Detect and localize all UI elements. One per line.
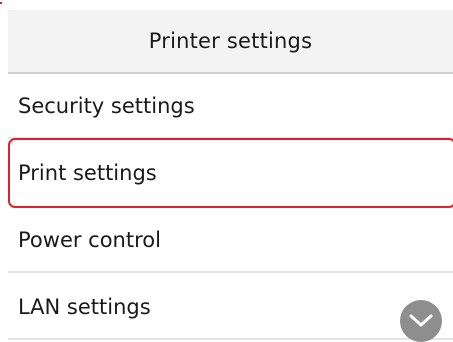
corner-mark [0, 2, 2, 4]
menu-item-label: Security settings [18, 93, 195, 118]
menu-item-label: Print settings [18, 161, 157, 185]
printer-settings-screen: Printer settings Security settings Print… [8, 10, 453, 342]
page-title: Printer settings [8, 10, 453, 74]
menu-item-lan-settings[interactable]: LAN settings [8, 275, 453, 340]
menu-item-print-settings[interactable]: Print settings [8, 138, 453, 208]
menu-item-power-control[interactable]: Power control [8, 208, 453, 273]
menu-item-label: Power control [18, 227, 161, 252]
scroll-down-button[interactable] [400, 300, 442, 342]
chevron-down-icon [409, 314, 433, 327]
menu-item-security-settings[interactable]: Security settings [8, 74, 453, 139]
menu-item-label: LAN settings [18, 294, 151, 319]
page-title-text: Printer settings [148, 29, 313, 53]
